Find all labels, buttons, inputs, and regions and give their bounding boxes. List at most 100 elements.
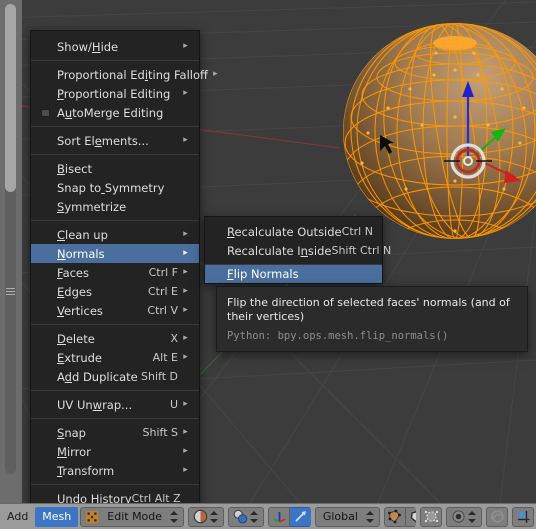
menu-separator (31, 324, 199, 325)
menu-mesh[interactable]: Mesh (35, 506, 79, 527)
submenu-arrow-icon: ▸ (183, 352, 188, 362)
mesh-menu-item-edges[interactable]: Edges Ctrl E ▸ (31, 282, 199, 301)
menu-item-label: Sort Elements... (57, 133, 149, 148)
menu-separator (31, 484, 199, 485)
menu-item-label: Bisect (57, 161, 92, 176)
proportional-edit-icon (449, 509, 468, 524)
normals-item-recalculate-inside[interactable]: Recalculate Inside Shift Ctrl N (205, 241, 391, 260)
tooltip-python-line: Python: bpy.ops.mesh.flip_normals() (227, 330, 517, 342)
mesh-menu-item-sort-elements[interactable]: Sort Elements... ▸ (31, 131, 199, 150)
pivot-selector[interactable] (228, 506, 265, 527)
menu-item-label: AutoMerge Editing (57, 105, 164, 120)
proportional-edit-selector[interactable] (446, 506, 482, 527)
menu-item-shortcut: Ctrl V (147, 304, 178, 317)
submenu-arrow-icon: ▸ (183, 399, 188, 409)
normals-item-flip-normals[interactable]: Flip Normals (205, 265, 382, 283)
mesh-menu-item-normals[interactable]: Normals ▸ (31, 244, 199, 263)
menu-item-label: Add Duplicate (57, 369, 138, 384)
select-mode-group[interactable] (383, 506, 416, 527)
mesh-menu-item-transform[interactable]: Transform ▸ (31, 461, 199, 480)
menu-item-label: Delete (57, 331, 95, 346)
mesh-menu-item-snap[interactable]: Snap Shift S ▸ (31, 423, 199, 442)
rotate-manipulator-button[interactable] (290, 506, 311, 527)
selected-pole-faces (433, 36, 477, 50)
mesh-menu-item-show-hide[interactable]: Show/Hide ▸ (31, 37, 199, 56)
menu-item-label: Symmetrize (57, 199, 127, 214)
mesh-menu-item-delete[interactable]: Delete X ▸ (31, 329, 199, 348)
submenu-arrow-icon: ▸ (183, 305, 188, 315)
shading-selector[interactable] (188, 506, 225, 527)
mesh-menu-item-add-duplicate[interactable]: Add Duplicate Shift D (31, 367, 199, 386)
menu-item-shortcut: X (170, 332, 178, 345)
menu-separator (31, 154, 199, 155)
edit-mode-icon (83, 510, 102, 524)
menu-item-shortcut: U (169, 398, 178, 411)
menu-item-label: Clean up (57, 227, 108, 242)
chevron-updown-icon[interactable] (210, 510, 219, 524)
chevron-updown-icon[interactable] (468, 510, 477, 524)
menu-item-label: Snap to Symmetry (57, 180, 165, 195)
submenu-arrow-icon: ▸ (183, 286, 188, 296)
region-resize-grip[interactable] (6, 288, 15, 295)
submenu-arrow-icon: ▸ (183, 267, 188, 277)
menu-item-label: Show/Hide (57, 39, 119, 54)
menu-item-label: Faces (57, 265, 89, 280)
menu-item-shortcut: Shift Ctrl N (331, 244, 392, 257)
snap-magnet-button[interactable] (512, 506, 534, 527)
menu-item-shortcut: Ctrl F (148, 266, 178, 279)
submenu-arrow-icon: ▸ (183, 446, 188, 456)
menu-item-label: Edges (57, 284, 92, 299)
mesh-menu-item-extrude[interactable]: Extrude Alt E ▸ (31, 348, 199, 367)
mesh-menu-item-uv-unwrap[interactable]: UV Unwrap... U ▸ (31, 395, 199, 414)
submenu-arrow-icon: ▸ (183, 41, 188, 51)
mesh-menu-item-vertices[interactable]: Vertices Ctrl V ▸ (31, 301, 199, 320)
menu-item-label: Snap (57, 425, 86, 440)
chevron-updown-icon[interactable] (250, 510, 259, 524)
chevron-updown-icon[interactable] (170, 510, 179, 524)
manipulator-button-group[interactable] (268, 506, 311, 527)
viewport-shading-icon (191, 509, 210, 524)
chevron-updown-icon[interactable] (365, 510, 375, 524)
submenu-arrow-icon: ▸ (183, 427, 188, 437)
translate-manipulator-button[interactable] (268, 506, 291, 527)
region-scrollbar-thumb[interactable] (5, 4, 16, 192)
smooth-falloff-button[interactable] (486, 506, 508, 527)
blender-window: (170) Sphere.001 (0, 0, 536, 529)
mesh-menu-item-symmetrize[interactable]: Symmetrize (31, 197, 199, 216)
tooltip: Flip the direction of selected faces' no… (216, 286, 528, 352)
menu-item-shortcut: Ctrl N (341, 225, 373, 238)
menu-separator (31, 418, 199, 419)
automerge-checkbox[interactable] (41, 109, 50, 117)
mesh-menu-item-mirror[interactable]: Mirror ▸ (31, 442, 199, 461)
limit-selection-visible-button[interactable] (420, 506, 442, 527)
submenu-arrow-icon: ▸ (213, 69, 218, 79)
pivot-point-icon (231, 509, 250, 524)
tooltip-python-expr: bpy.ops.mesh.flip_normals() (277, 329, 449, 342)
menu-item-label: Vertices (57, 303, 103, 318)
mode-selector[interactable]: Edit Mode (80, 506, 185, 527)
mesh-menu-item-faces[interactable]: Faces Ctrl F ▸ (31, 263, 199, 282)
menu-item-shortcut: Ctrl E (147, 285, 178, 298)
normals-item-recalculate-outside[interactable]: Recalculate Outside Ctrl N (205, 222, 382, 241)
menu-separator (31, 60, 199, 61)
normals-submenu[interactable]: Recalculate Outside Ctrl N Recalculate Ins… (204, 216, 391, 284)
menu-item-label: Extrude (57, 350, 102, 365)
mesh-dropdown-menu[interactable]: Show/Hide ▸ Proportional Editing Falloff ▸ P… (30, 30, 218, 529)
edge-select-button[interactable] (405, 506, 416, 527)
menu-item-shortcut: Shift S (142, 426, 178, 439)
mesh-menu-item-proportional-editing[interactable]: Proportional Editing ▸ (31, 84, 199, 103)
mesh-menu-item-clean-up[interactable]: Clean up ▸ (31, 225, 199, 244)
orientation-selector[interactable]: Global (314, 506, 380, 527)
mesh-menu-item-proportional-editing-falloff[interactable]: Proportional Editing Falloff ▸ (31, 65, 218, 84)
mesh-menu-item-automerge-editing[interactable]: AutoMerge Editing (31, 103, 199, 122)
menu-add[interactable]: Add (0, 507, 35, 527)
submenu-arrow-icon: ▸ (183, 248, 188, 258)
mode-selector-value: Edit Mode (107, 510, 163, 523)
menu-item-shortcut: Shift D (141, 370, 178, 383)
menu-item-label: Mirror (57, 444, 91, 459)
vertex-select-button[interactable] (383, 506, 406, 527)
mesh-menu-item-bisect[interactable]: Bisect (31, 159, 199, 178)
mesh-menu-item-snap-to-symmetry[interactable]: Snap to Symmetry (31, 178, 199, 197)
viewport-header-bar[interactable]: Add Mesh Edit Mode Global (0, 503, 536, 529)
tooltip-description: Flip the direction of selected faces' no… (227, 296, 510, 323)
